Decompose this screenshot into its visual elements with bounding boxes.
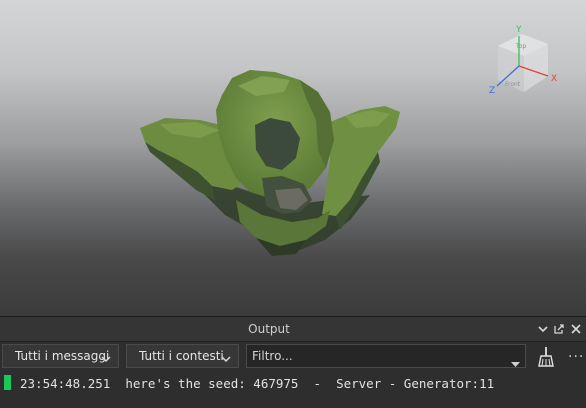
gizmo-top-face-label: Top — [515, 43, 526, 50]
chevron-down-icon[interactable] — [536, 322, 550, 336]
chevron-down-icon — [100, 350, 112, 372]
output-title: Output — [248, 322, 290, 336]
output-header: Output — [0, 317, 586, 342]
gizmo-z-label: Z — [489, 86, 495, 96]
output-panel: Output Tutti i messaggi Tutti i contesti — [0, 316, 586, 408]
orientation-gizmo[interactable]: Top Front Y X Z — [0, 0, 586, 316]
message-filter-label: Tutti i messaggi — [15, 349, 110, 363]
output-toolbar: Tutti i messaggi Tutti i contesti ··· — [0, 344, 586, 370]
pop-out-icon[interactable] — [552, 322, 566, 336]
chevron-down-icon — [220, 350, 232, 372]
log-status-marker — [4, 375, 11, 390]
gizmo-front-face-label: Front — [505, 81, 521, 88]
filter-dropdown-arrow-icon[interactable] — [511, 353, 520, 372]
message-filter-dropdown[interactable]: Tutti i messaggi — [2, 344, 119, 368]
context-filter-dropdown[interactable]: Tutti i contesti — [126, 344, 239, 368]
log-message: 23:54:48.251 here's the seed: 467975 - S… — [20, 376, 495, 391]
broom-icon[interactable] — [536, 346, 556, 372]
gizmo-y-label: Y — [515, 25, 522, 35]
log-entry: 23:54:48.251 here's the seed: 467975 - S… — [0, 374, 586, 394]
more-options-button[interactable]: ··· — [568, 350, 584, 364]
context-filter-label: Tutti i contesti — [139, 349, 224, 363]
3d-viewport[interactable]: Top Front Y X Z — [0, 0, 586, 316]
filter-input[interactable] — [246, 344, 526, 368]
close-icon[interactable] — [569, 322, 583, 336]
gizmo-x-label: X — [551, 74, 557, 84]
